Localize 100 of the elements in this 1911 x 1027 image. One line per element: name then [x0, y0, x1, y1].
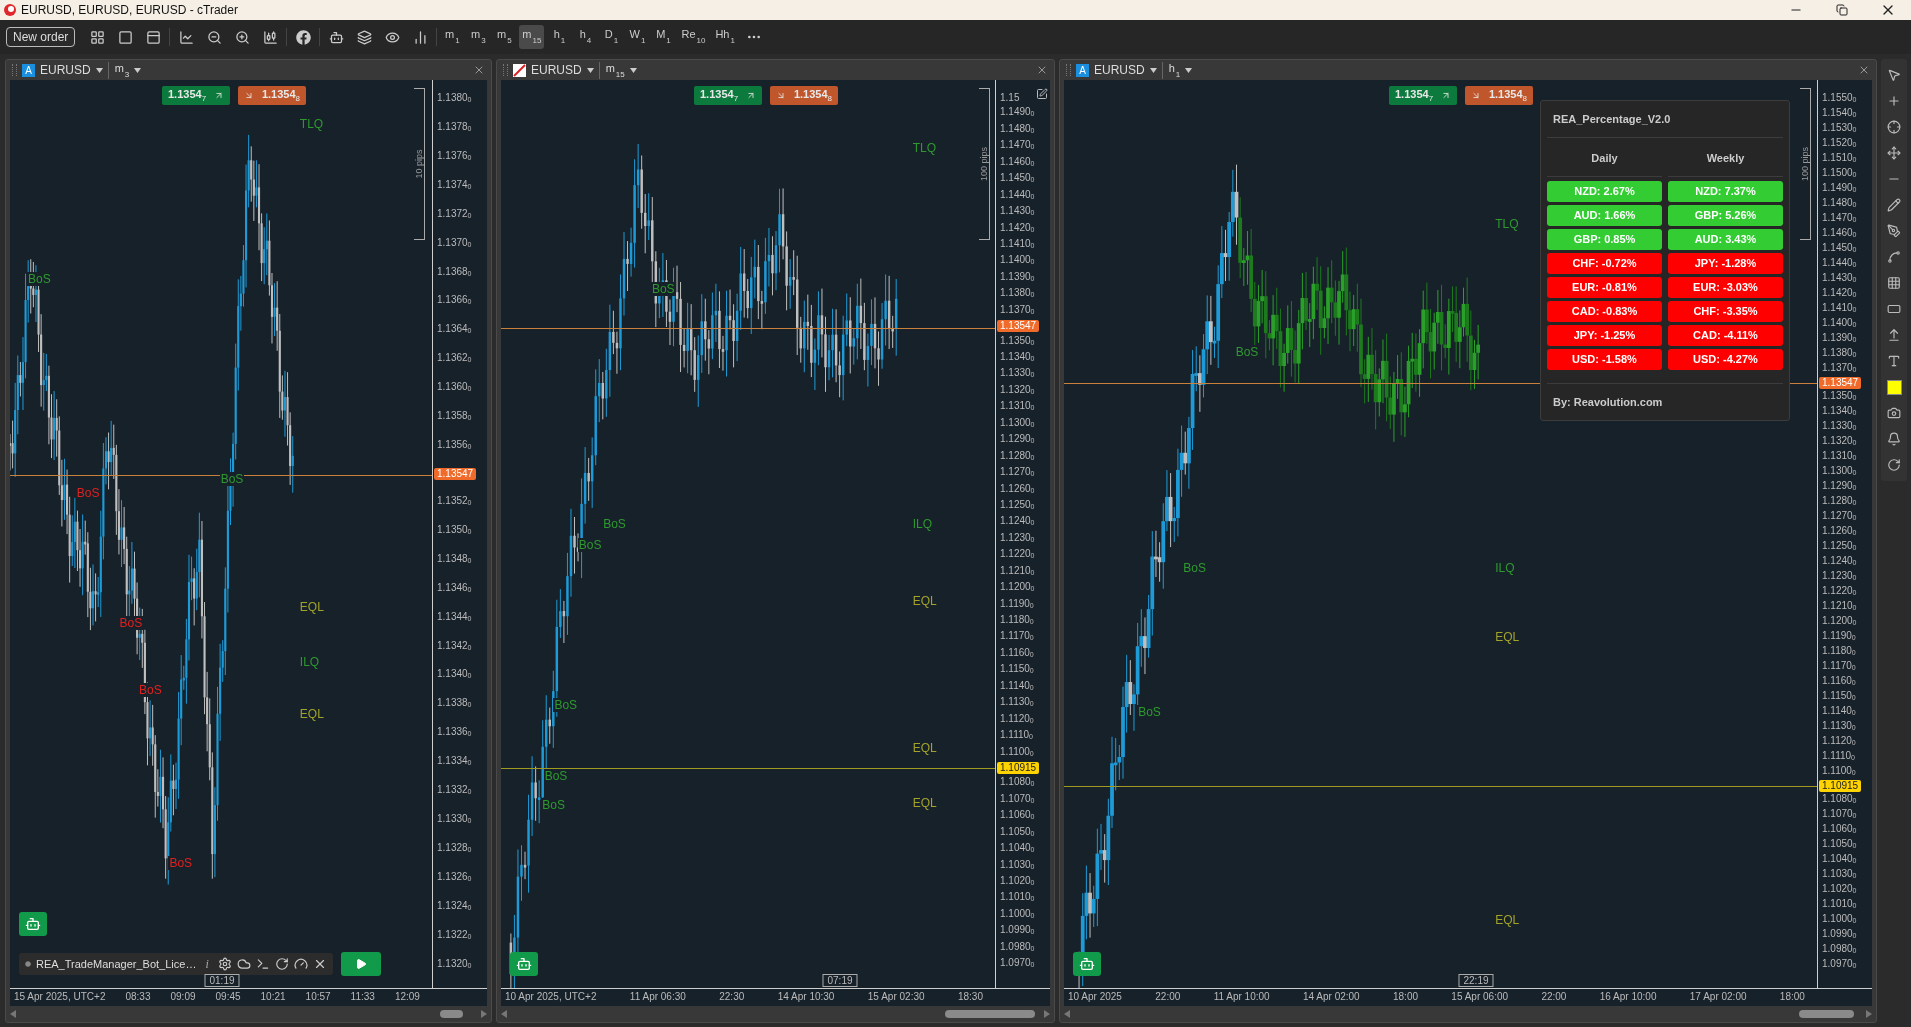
buy-price-button[interactable]: 1.1354$_{8}$: [770, 86, 838, 106]
scrollbar-thumb[interactable]: [440, 1010, 464, 1018]
price-label: 1.1270$_{0}$: [999, 466, 1035, 480]
time-label: 18:00: [1393, 990, 1418, 1004]
scroll-right-icon[interactable]: [1044, 1010, 1050, 1018]
buy-price-button[interactable]: 1.1354$_{8}$: [1465, 86, 1533, 106]
gauge-icon[interactable]: [293, 957, 308, 971]
restore-icon[interactable]: [1836, 4, 1848, 16]
price-label: 1.1400$_{0}$: [999, 254, 1035, 268]
cloud-icon[interactable]: [236, 957, 251, 971]
chart-annotation: EQL: [911, 741, 938, 756]
price-label: 1.1550$_{0}$: [1821, 92, 1857, 105]
price-label: 1.1030$_{0}$: [1821, 868, 1857, 881]
price-label: 1.1180$_{0}$: [1821, 645, 1856, 658]
price-label: 1.1250$_{0}$: [999, 498, 1035, 512]
window-title: EURUSD, EURUSD, EURUSD - cTrader: [21, 3, 239, 17]
sell-price-button[interactable]: 1.1354$_{7}$: [162, 86, 230, 106]
price-label: 1.1410$_{0}$: [1821, 302, 1857, 315]
price-label: 1.1540$_{0}$: [1821, 107, 1857, 120]
sell-price-button[interactable]: 1.1354$_{7}$: [1389, 86, 1457, 106]
price-label: 1.1420$_{0}$: [999, 221, 1035, 235]
price-label: 1.1190$_{0}$: [1821, 630, 1856, 643]
price-label: 1.1330$_{0}$: [1821, 420, 1857, 433]
time-label: 22:30: [719, 990, 745, 1004]
buy-price-button[interactable]: 1.1354$_{8}$: [238, 86, 306, 106]
currency-strength-cell: USD: -1.58%: [1547, 349, 1662, 370]
terminal-icon[interactable]: [255, 957, 270, 971]
price-label: 1.1374$_{0}$: [436, 178, 472, 192]
price-label: 1.1372$_{0}$: [436, 207, 472, 221]
price-label: 1.1450$_{0}$: [999, 172, 1035, 186]
caret-icon[interactable]: [95, 67, 103, 73]
currency-strength-cell: NZD: 7.37%: [1668, 181, 1783, 202]
sell-price-button[interactable]: 1.1354$_{7}$: [694, 86, 762, 106]
play-button[interactable]: [340, 952, 381, 976]
settings-icon[interactable]: [217, 957, 232, 971]
chart-annotation: TLQ: [911, 141, 938, 156]
info-button[interactable]: i: [201, 956, 213, 972]
scrollbar-thumb[interactable]: [944, 1010, 1035, 1018]
scrollbar-thumb[interactable]: [1798, 1010, 1855, 1018]
price-label: 1.1530$_{0}$: [1821, 122, 1857, 135]
currency-strength-cell: CAD: -0.83%: [1547, 301, 1662, 322]
price-label: 1.1000$_{0}$: [999, 907, 1035, 921]
price-label: 1.1120$_{0}$: [999, 712, 1034, 726]
symbol-selector[interactable]: EURUSD: [531, 63, 582, 77]
caret-icon[interactable]: [629, 67, 637, 73]
price-label: 1.1460$_{0}$: [1821, 227, 1857, 240]
price-label: 1.1342$_{0}$: [436, 639, 472, 653]
play-icon: [354, 958, 367, 970]
robot-icon[interactable]: [19, 912, 47, 936]
caret-icon[interactable]: [134, 67, 142, 73]
symbol-badge: A: [22, 63, 35, 77]
time-label: 11:33: [350, 990, 375, 1004]
price-label: 1.1490$_{0}$: [1821, 182, 1857, 195]
scroll-right-icon[interactable]: [481, 1010, 487, 1018]
drag-handle-icon[interactable]: [1066, 64, 1071, 76]
price-label: 1.1366$_{0}$: [436, 294, 472, 308]
scroll-left-icon[interactable]: [1064, 1010, 1070, 1018]
time-label: 14 Apr 02:00: [1302, 990, 1360, 1004]
scroll-right-icon[interactable]: [1866, 1010, 1872, 1018]
column-header: Daily: [1547, 138, 1662, 177]
currency-strength-cell: GBP: 5.26%: [1668, 205, 1783, 226]
drag-handle-icon[interactable]: [12, 64, 17, 76]
price-label: 1.1110$_{0}$: [999, 729, 1033, 743]
bot-name[interactable]: REA_TradeManager_Bot_Lice…: [36, 958, 197, 970]
chart-annotation: EQL: [1494, 912, 1521, 927]
price-label: 1.1070$_{0}$: [1821, 808, 1857, 821]
price-label: 1.1220$_{0}$: [1821, 585, 1857, 598]
price-label: 1.1370$_{0}$: [436, 236, 472, 250]
price-label: 1.1380$_{0}$: [1821, 347, 1857, 360]
chart-annotation: BoS: [219, 471, 245, 486]
price-label: 1.1346$_{0}$: [436, 581, 472, 595]
price-label: 1.1320$_{0}$: [999, 383, 1035, 397]
new-order-button[interactable]: New order: [6, 27, 76, 47]
scroll-left-icon[interactable]: [501, 1010, 507, 1018]
edit-icon[interactable]: [1036, 88, 1048, 100]
price-label: 1.1240$_{0}$: [1821, 555, 1857, 568]
symbol-badge: A: [1076, 63, 1089, 77]
caret-icon[interactable]: [1149, 67, 1157, 73]
price-marker-tag: 1.10915: [1819, 780, 1862, 792]
caret-icon[interactable]: [1185, 67, 1193, 73]
robot-icon[interactable]: [1073, 952, 1101, 976]
price-label: 1.1290$_{0}$: [1821, 480, 1857, 493]
symbol-selector[interactable]: EURUSD: [40, 63, 91, 77]
price-label: 1.1020$_{0}$: [1821, 883, 1857, 896]
time-label: 12:09: [394, 990, 420, 1004]
app-logo-icon: [4, 4, 16, 16]
scroll-left-icon[interactable]: [10, 1010, 16, 1018]
price-label: 1.1336$_{0}$: [436, 726, 472, 740]
symbol-selector[interactable]: EURUSD: [1094, 63, 1145, 77]
price-label: 1.1200$_{0}$: [999, 581, 1035, 595]
restart-icon[interactable]: [274, 957, 289, 971]
price-label: 1.1400$_{0}$: [1821, 317, 1857, 330]
time-label: 14 Apr 10:30: [777, 990, 835, 1004]
price-label: 1.1130$_{0}$: [1821, 720, 1856, 733]
price-label: 1.1160$_{0}$: [999, 646, 1034, 660]
price-label: 1.1040$_{0}$: [1821, 853, 1857, 866]
price-label: 1.1080$_{0}$: [1821, 793, 1857, 806]
price-label: 1.1340$_{0}$: [999, 351, 1035, 364]
drag-handle-icon[interactable]: [503, 64, 508, 76]
caret-icon[interactable]: [586, 67, 594, 73]
